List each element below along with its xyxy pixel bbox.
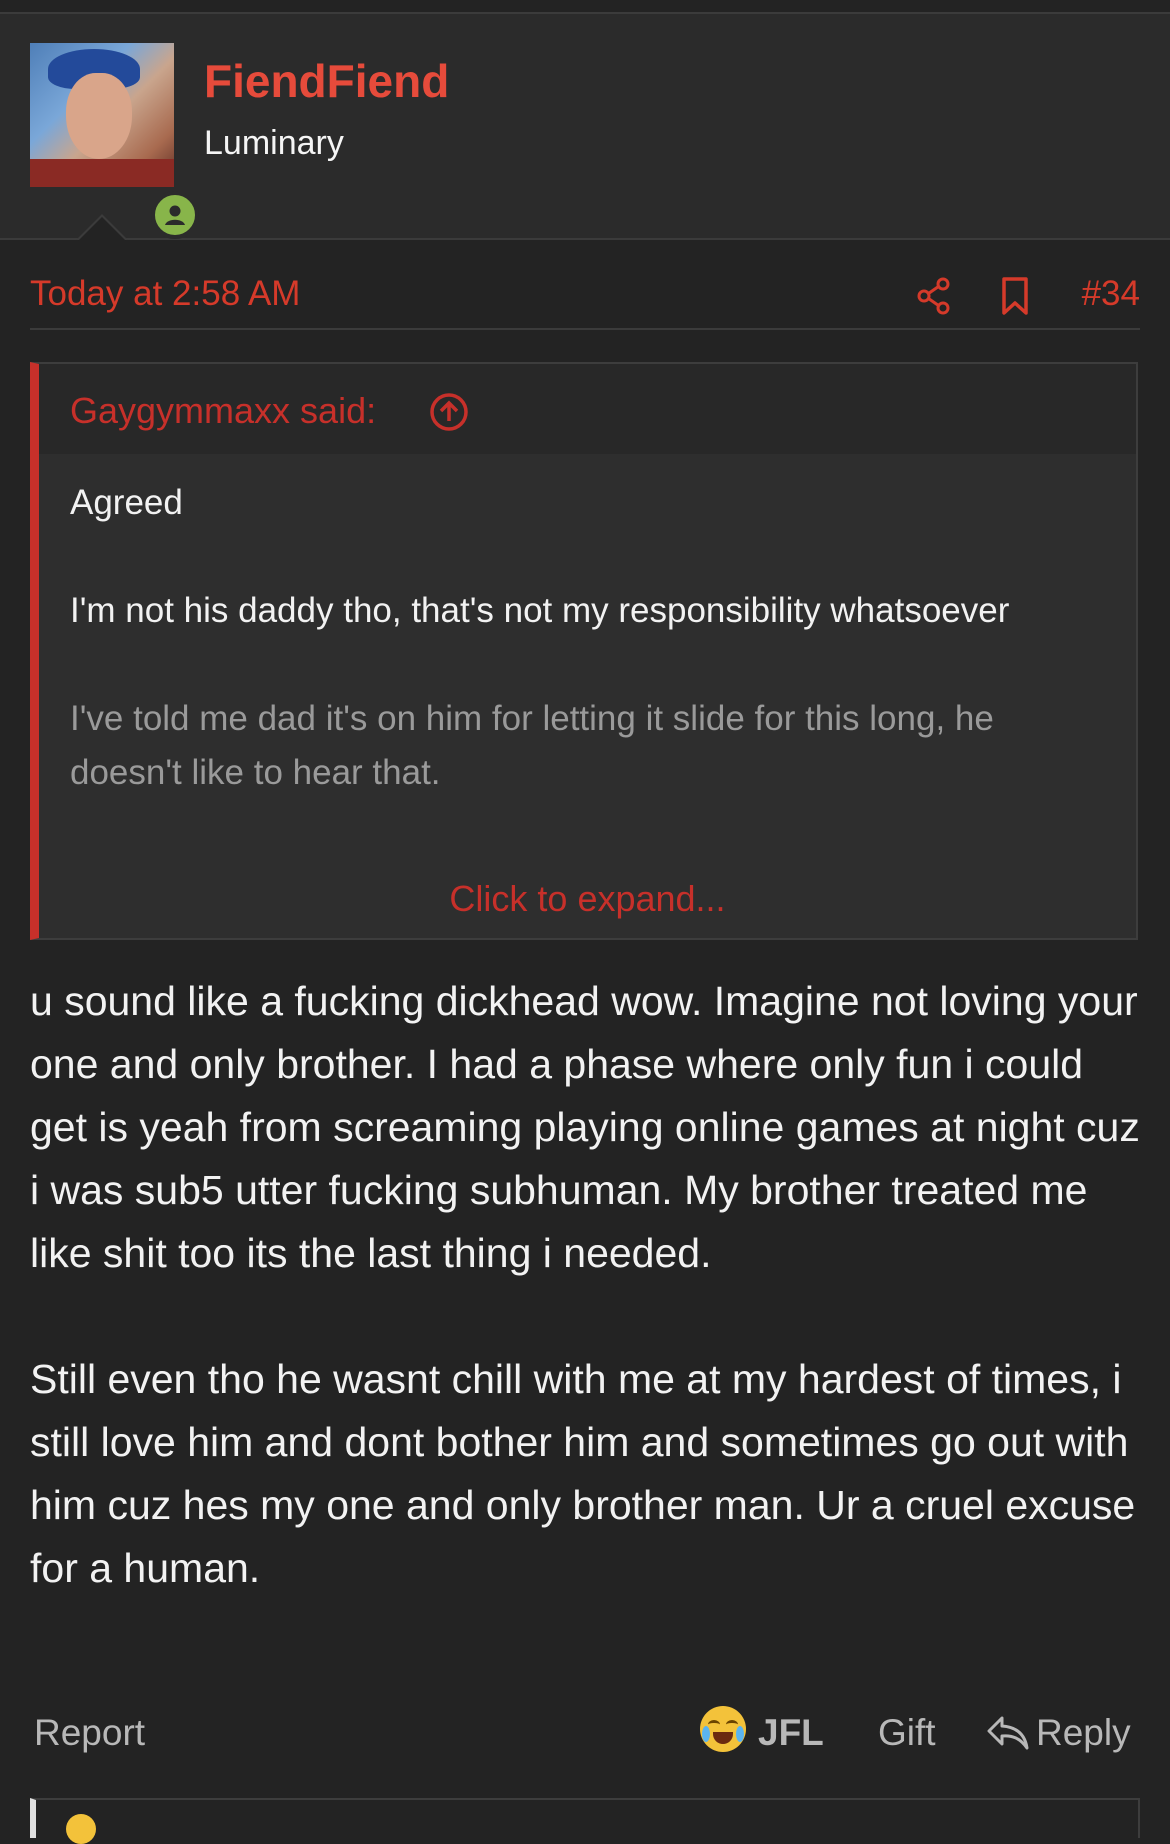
reaction-button[interactable]: JFL xyxy=(758,1712,824,1754)
emoji-icon xyxy=(66,1814,96,1844)
report-button[interactable]: Report xyxy=(34,1712,145,1754)
username-link[interactable]: FiendFiend xyxy=(204,54,449,108)
next-post-preview xyxy=(30,1798,1140,1844)
quote-content: Agreed I'm not his daddy tho, that's not… xyxy=(70,476,1110,800)
quote-line: I'm not his daddy tho, that's not my res… xyxy=(70,591,1010,630)
quote-line: Agreed xyxy=(70,483,183,522)
online-status-icon xyxy=(151,191,199,239)
bookmark-icon[interactable] xyxy=(998,276,1032,316)
user-title: Luminary xyxy=(204,124,344,162)
post-content: u sound like a fucking dickhead wow. Ima… xyxy=(30,970,1140,1663)
reply-button[interactable]: Reply xyxy=(1036,1712,1131,1754)
share-icon[interactable] xyxy=(916,276,952,316)
post-paragraph: Still even tho he wasnt chill with me at… xyxy=(30,1356,1136,1591)
quote-author-link[interactable]: Gaygymmaxx said: xyxy=(70,390,376,432)
quote-header: Gaygymmaxx said: xyxy=(39,364,1136,454)
top-divider xyxy=(0,0,1170,14)
jump-to-quote-icon[interactable] xyxy=(429,392,469,432)
post-date-link[interactable]: Today at 2:58 AM xyxy=(30,274,300,314)
quote-expand-link[interactable]: Click to expand... xyxy=(39,878,1136,920)
gift-button[interactable]: Gift xyxy=(878,1712,936,1754)
quote-line: I've told me dad it's on him for letting… xyxy=(70,699,994,792)
post-number-link[interactable]: #34 xyxy=(1082,274,1140,314)
reply-icon[interactable] xyxy=(986,1714,1030,1752)
post-actions-bar: Report JFL Gift Reply xyxy=(0,1700,1170,1764)
post-meta-row: Today at 2:58 AM #34 xyxy=(30,262,1140,330)
laughing-crying-emoji[interactable] xyxy=(700,1706,746,1752)
avatar[interactable] xyxy=(30,43,199,239)
post-user-header: FiendFiend Luminary xyxy=(0,14,1170,240)
quote-block: Gaygymmaxx said: Agreed I'm not his dadd… xyxy=(30,362,1138,940)
post-paragraph: u sound like a fucking dickhead wow. Ima… xyxy=(30,978,1140,1276)
